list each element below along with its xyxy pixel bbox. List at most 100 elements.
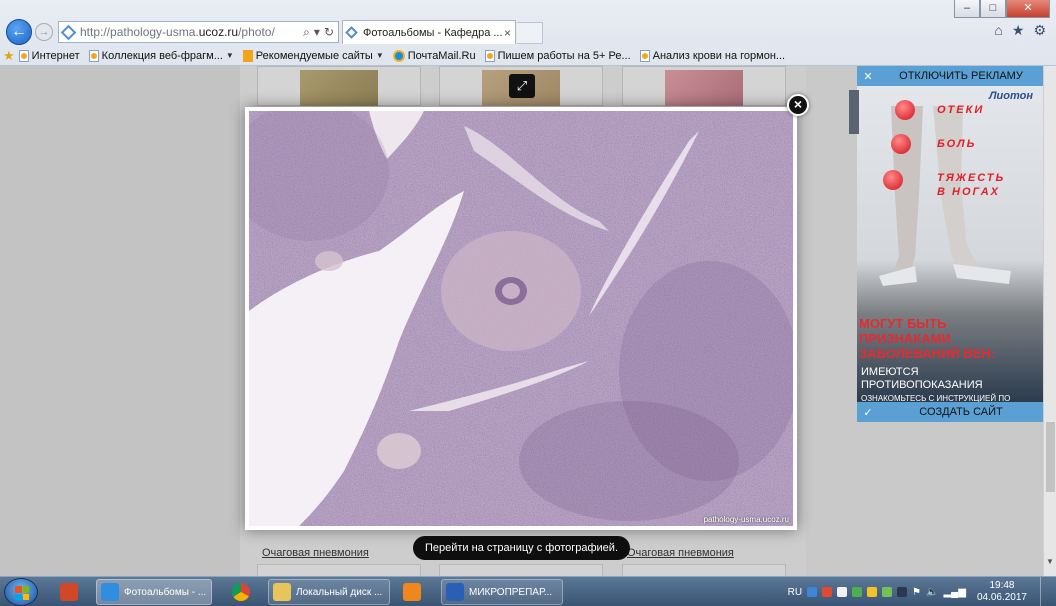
browser-chrome: – □ ✕ ← → http://pathology-usma.ucoz.ru/…	[0, 0, 1056, 66]
page-scrollbar[interactable]: ▼	[1043, 66, 1056, 576]
create-site-label: СОЗДАТЬ САЙТ	[919, 406, 1003, 418]
gallery-cell	[439, 564, 603, 576]
tray-app-icon[interactable]	[807, 587, 818, 597]
tray-app-icon[interactable]	[837, 587, 848, 597]
gallery-cell	[257, 564, 421, 576]
close-window-button[interactable]: ✕	[1006, 0, 1050, 18]
ad-banner[interactable]: Лиотон ОТЕКИ БОЛЬ ТЯЖЕСТЬ В НОГАХ МОГУТ …	[857, 86, 1043, 402]
clock[interactable]: 19:48 04.06.2017	[977, 580, 1027, 604]
mailru-icon	[392, 49, 405, 62]
chrome-icon	[232, 583, 250, 601]
tray-app-icon[interactable]	[822, 587, 833, 597]
taskbar-item-word[interactable]: МИКРОПРЕПАР...	[441, 579, 563, 605]
system-tray: RU ⚑ 🔈 ▂▄▆ 19:48 04.06.2017	[788, 577, 1056, 606]
gallery-thumbnail[interactable]	[300, 70, 378, 106]
add-favorite-star-icon[interactable]: ★	[3, 48, 15, 64]
dropdown-arrow-icon[interactable]: ▾	[314, 25, 320, 40]
tray-app-icon[interactable]	[897, 587, 908, 597]
disable-ads-bar[interactable]: ✕ ОТКЛЮЧИТЬ РЕКЛАМУ	[857, 66, 1043, 86]
lightbox-close-button[interactable]: ×	[787, 94, 809, 116]
language-indicator[interactable]: RU	[788, 587, 802, 598]
close-ad-icon: ✕	[863, 70, 873, 83]
forward-button[interactable]: →	[35, 23, 53, 41]
address-bar[interactable]: http://pathology-usma.ucoz.ru/photo/ ⌕ ▾…	[58, 21, 339, 43]
gallery-thumbnail[interactable]	[665, 70, 743, 106]
red-pain-dot-icon	[895, 100, 915, 120]
disable-ads-label: ОТКЛЮЧИТЬ РЕКЛАМУ	[899, 70, 1023, 82]
photo-lightbox: pathology-usma.ucoz.ru	[245, 107, 797, 530]
tray-app-icon[interactable]	[852, 587, 863, 597]
create-site-bar[interactable]: ✓ СОЗДАТЬ САЙТ	[857, 402, 1043, 422]
browser-tab[interactable]: Фотоальбомы - Кафедра ... ×	[342, 20, 516, 44]
ie-page-icon	[484, 49, 495, 62]
minimize-button[interactable]: –	[954, 0, 980, 18]
scroll-down-icon[interactable]: ▼	[1046, 557, 1054, 566]
tab-favicon-icon	[345, 26, 358, 39]
network-signal-icon[interactable]: ▂▄▆	[943, 587, 965, 598]
browser-right-tools: ⌂ ★ ⚙	[994, 22, 1046, 39]
taskbar-pinned-powerpoint[interactable]	[54, 579, 84, 605]
ad-symptom-text: В НОГАХ	[937, 186, 1000, 198]
new-tab-button[interactable]	[517, 22, 543, 44]
checkmark-icon: ✓	[863, 406, 873, 419]
chevron-down-icon: ▼	[375, 51, 384, 60]
histology-photo[interactable]: pathology-usma.ucoz.ru	[249, 111, 793, 526]
ie-page-icon	[18, 49, 29, 62]
ad-headline: МОГУТ БЫТЬ ПРИЗНАКАМИ ЗАБОЛЕВАНИЙ ВЕН:	[859, 316, 996, 361]
search-icon[interactable]: ⌕	[303, 25, 310, 40]
home-icon[interactable]: ⌂	[994, 22, 1002, 39]
ad-symptom-text: ОТЕКИ	[937, 104, 985, 116]
close-icon: ×	[793, 96, 803, 112]
folder-icon	[273, 583, 291, 601]
taskbar-item-ie[interactable]: Фотоальбомы - ...	[96, 579, 212, 605]
tray-app-icon[interactable]	[867, 587, 878, 597]
ad-symptom-text: ТЯЖЕСТЬ	[937, 172, 1006, 184]
favorite-essays[interactable]: Пишем работы на 5+ Ре...	[484, 49, 631, 62]
show-desktop-button[interactable]	[1040, 577, 1050, 606]
ie-page-icon	[639, 49, 650, 62]
ad-contraindications: ИМЕЮТСЯ ПРОТИВОПОКАЗАНИЯ ОЗНАКОМЬТЕСЬ С …	[861, 366, 1011, 402]
red-pain-dot-icon	[891, 134, 911, 154]
histology-image	[249, 111, 793, 526]
address-tools: ⌕ ▾ ↻	[303, 25, 334, 40]
word-document-icon	[446, 583, 464, 601]
tray-app-icon[interactable]	[882, 587, 893, 597]
powerpoint-icon	[60, 583, 78, 601]
taskbar-pinned-chrome[interactable]	[226, 579, 256, 605]
favorite-web-slice-gallery[interactable]: Коллекция веб-фрагм... ▼	[88, 49, 234, 62]
refresh-icon[interactable]: ↻	[324, 25, 334, 40]
media-player-icon	[403, 583, 421, 601]
back-button[interactable]: ←	[6, 19, 32, 45]
favorites-bar: ★ Интернет Коллекция веб-фрагм... ▼ Реком…	[0, 45, 1056, 66]
window-controls: – □ ✕	[954, 0, 1050, 18]
page-viewport: ⤢ pathology-usma.ucoz.ru × Очаговая пнев…	[0, 66, 1056, 576]
chevron-down-icon: ▼	[225, 51, 234, 60]
ad-brand: Лиотон	[989, 90, 1033, 102]
ad-side-tag	[849, 90, 859, 134]
expand-arrows-icon: ⤢	[516, 78, 528, 93]
flag-icon[interactable]: ⚑	[912, 587, 921, 598]
favorite-blood-test[interactable]: Анализ крови на гормон...	[639, 49, 785, 62]
maximize-button[interactable]: □	[980, 0, 1006, 18]
photo-caption-link[interactable]: Очаговая пневмония	[627, 547, 734, 559]
windows-logo-icon	[15, 586, 29, 600]
red-pain-dot-icon	[883, 170, 903, 190]
favorite-mailru[interactable]: ПочтаMail.Ru	[392, 49, 476, 62]
tab-title: Фотоальбомы - Кафедра ...	[363, 26, 503, 39]
taskbar-item-explorer[interactable]: Локальный диск ...	[268, 579, 390, 605]
taskbar-pinned-media-player[interactable]	[397, 579, 427, 605]
volume-icon[interactable]: 🔈	[926, 587, 938, 598]
photo-caption-link[interactable]: Очаговая пневмония	[262, 547, 369, 559]
favorite-internet[interactable]: Интернет	[18, 49, 80, 62]
gear-icon[interactable]: ⚙	[1033, 22, 1046, 39]
page-left-margin	[0, 66, 240, 576]
expand-button[interactable]: ⤢	[509, 74, 535, 98]
arrow-right-icon: →	[38, 26, 50, 38]
favorites-star-icon[interactable]: ★	[1012, 22, 1025, 39]
scrollbar-thumb[interactable]	[1046, 422, 1055, 492]
site-favicon-icon	[60, 24, 77, 40]
tab-close-icon[interactable]: ×	[504, 26, 511, 40]
favorite-suggested-sites[interactable]: Рекомендуемые сайты ▼	[242, 49, 384, 62]
start-button[interactable]	[4, 578, 38, 606]
photo-watermark: pathology-usma.ucoz.ru	[703, 515, 789, 524]
